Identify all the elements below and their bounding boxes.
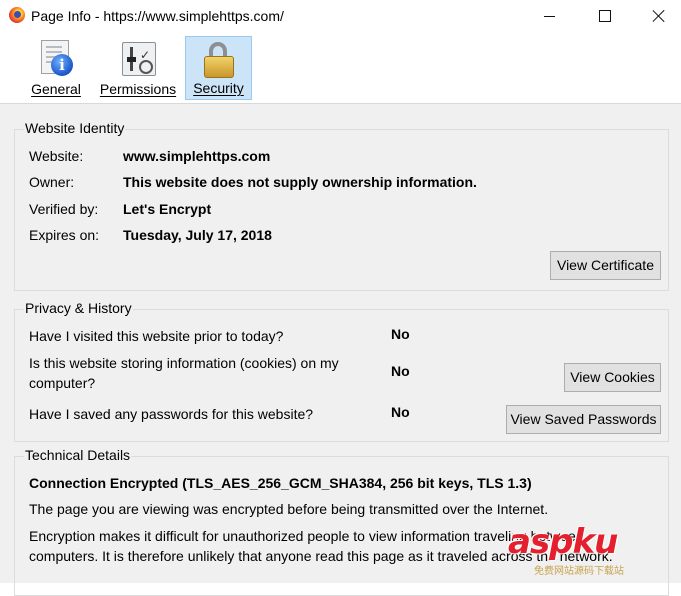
padlock-icon <box>200 41 238 79</box>
watermark-logo: aspku 免费网站源码下载站 <box>478 520 678 580</box>
technical-details-heading: Technical Details <box>24 447 132 463</box>
website-value: www.simplehttps.com <box>123 148 271 164</box>
watermark-text: aspku <box>508 522 618 562</box>
passwords-question: Have I saved any passwords for this webs… <box>29 406 314 422</box>
minimize-button[interactable] <box>526 0 572 32</box>
website-identity-group: Website Identity Website: www.simplehttp… <box>14 120 669 291</box>
cookies-question: Is this website storing information (coo… <box>29 355 339 391</box>
close-icon <box>652 9 666 23</box>
tab-permissions-label: Permissions <box>99 81 177 97</box>
visited-answer: No <box>391 326 410 342</box>
page-info-toolbar: i General ✓ Permissions Security <box>0 32 681 103</box>
cookies-answer: No <box>391 363 410 379</box>
verified-by-label: Verified by: <box>29 201 99 217</box>
title-bar: Page Info - https://www.simplehttps.com/ <box>0 0 681 32</box>
close-button[interactable] <box>636 0 681 32</box>
minimize-icon <box>543 15 555 17</box>
tab-security[interactable]: Security <box>185 36 252 100</box>
info-document-icon: i <box>37 40 75 78</box>
maximize-icon <box>599 10 611 22</box>
expires-on-label: Expires on: <box>29 227 100 243</box>
view-saved-passwords-button[interactable]: View Saved Passwords <box>506 405 661 434</box>
privacy-history-heading: Privacy & History <box>24 300 133 316</box>
tab-permissions[interactable]: ✓ Permissions <box>97 36 179 100</box>
website-identity-heading: Website Identity <box>24 120 126 136</box>
firefox-icon <box>9 7 25 23</box>
view-cookies-button[interactable]: View Cookies <box>564 363 661 392</box>
privacy-history-group: Privacy & History Have I visited this we… <box>14 300 669 442</box>
tab-general[interactable]: i General <box>27 36 85 100</box>
tab-general-label: General <box>31 81 81 97</box>
owner-label: Owner: <box>29 174 75 190</box>
passwords-answer: No <box>391 404 410 420</box>
verified-by-value: Let's Encrypt <box>123 201 212 217</box>
permissions-sliders-icon: ✓ <box>119 40 157 78</box>
owner-value: This website does not supply ownership i… <box>123 174 477 190</box>
expires-on-value: Tuesday, July 17, 2018 <box>123 227 272 243</box>
tab-security-label: Security <box>193 80 244 96</box>
maximize-button[interactable] <box>582 0 628 32</box>
security-panel: Website Identity Website: www.simplehttp… <box>0 104 681 596</box>
website-label: Website: <box>29 148 84 164</box>
visited-question: Have I visited this website prior to tod… <box>29 328 284 344</box>
encryption-summary: The page you are viewing was encrypted b… <box>29 501 549 517</box>
window-title: Page Info - https://www.simplehttps.com/ <box>31 8 284 24</box>
view-certificate-button[interactable]: View Certificate <box>550 251 661 280</box>
watermark-subtext: 免费网站源码下载站 <box>534 566 624 577</box>
connection-encrypted-headline: Connection Encrypted (TLS_AES_256_GCM_SH… <box>29 475 532 491</box>
